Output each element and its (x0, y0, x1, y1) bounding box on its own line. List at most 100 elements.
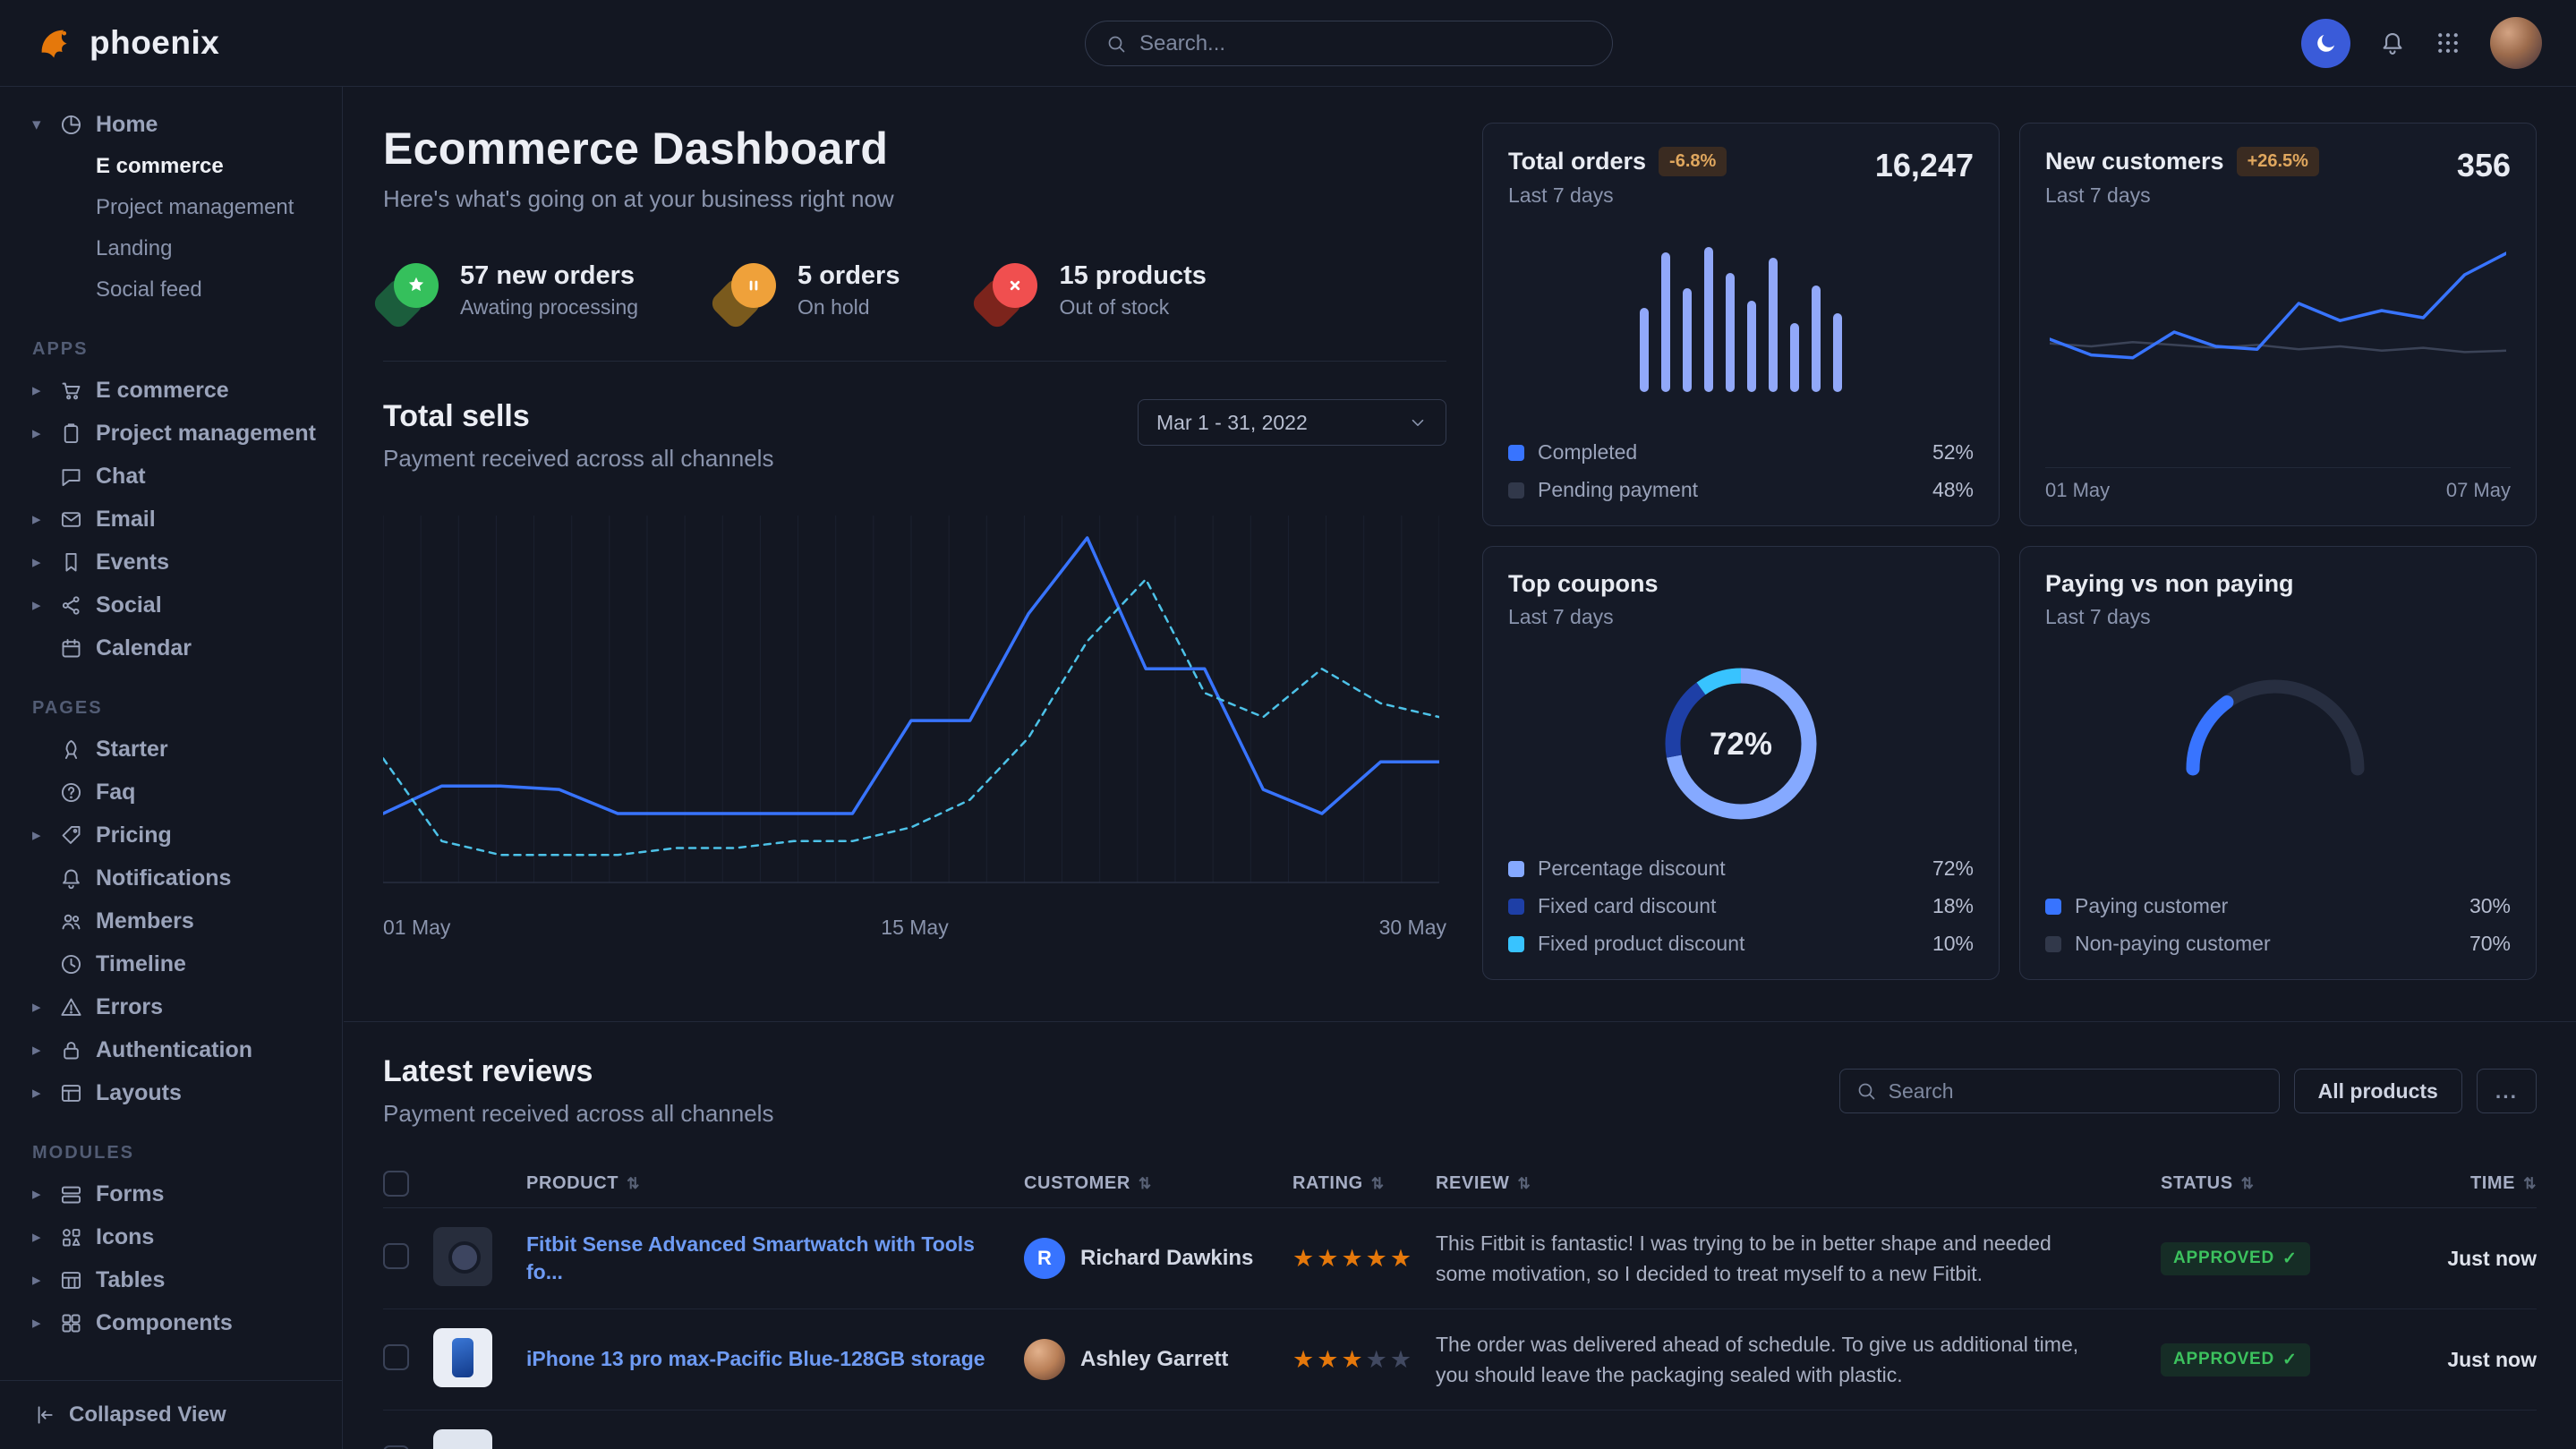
column-header-status[interactable]: STATUS⇅ (2161, 1173, 2384, 1194)
app-root: phoenix ▾HomeE commerceProject managemen… (0, 0, 2576, 1449)
stat-value: 5 orders (798, 261, 900, 291)
sort-icon: ⇅ (1518, 1175, 1531, 1193)
sidebar-item-social-feed[interactable]: Social feed (0, 269, 342, 311)
sidebar-item-label: Icons (96, 1224, 154, 1250)
row-checkbox[interactable] (383, 1344, 409, 1370)
sidebar-item-tables[interactable]: ▸Tables (0, 1258, 342, 1301)
column-header-customer[interactable]: CUSTOMER⇅ (1024, 1173, 1292, 1194)
dashboard-left-column: Ecommerce Dashboard Here's what's going … (383, 123, 1446, 980)
row-checkbox[interactable] (383, 1243, 409, 1269)
sidebar-item-icons[interactable]: ▸Icons (0, 1215, 342, 1258)
total-sells-title: Total sells (383, 399, 773, 434)
product-link[interactable]: Fitbit Sense Advanced Smartwatch with To… (526, 1231, 1024, 1286)
sidebar-item-layouts[interactable]: ▸Layouts (0, 1071, 342, 1114)
sidebar-item-events[interactable]: ▸Events (0, 541, 342, 584)
latest-reviews-subtitle: Payment received across all channels (383, 1100, 773, 1128)
top-navbar: phoenix (0, 0, 2576, 87)
reviews-search[interactable] (1839, 1069, 2280, 1113)
bar (1704, 247, 1713, 392)
table-icon (59, 1268, 83, 1292)
sidebar-item-label: E commerce (96, 378, 229, 404)
user-avatar[interactable] (2490, 17, 2542, 69)
sidebar-item-starter[interactable]: Starter (0, 728, 342, 771)
product-image[interactable] (433, 1227, 492, 1286)
customer-avatar (1024, 1339, 1065, 1380)
kpi-cards: Total orders -6.8% Last 7 days 16,247 Co… (1482, 123, 2537, 980)
sidebar-item-forms[interactable]: ▸Forms (0, 1172, 342, 1215)
sidebar-item-faq[interactable]: Faq (0, 771, 342, 814)
sidebar-item-project-management[interactable]: ▸Project management (0, 412, 342, 455)
select-all-checkbox[interactable] (383, 1171, 409, 1197)
bookmark-icon (59, 550, 83, 575)
apps-grid-button[interactable] (2435, 30, 2461, 56)
product-link[interactable]: iPhone 13 pro max-Pacific Blue-128GB sto… (526, 1345, 1024, 1373)
global-search[interactable] (1085, 21, 1613, 66)
notifications-button[interactable] (2379, 30, 2406, 56)
stat-awating-processing: 57 new ordersAwating processing (383, 261, 638, 320)
sidebar-item-label: Social (96, 592, 162, 618)
column-header-review[interactable]: REVIEW⇅ (1436, 1173, 2161, 1194)
search-icon (1105, 33, 1127, 55)
legend-value: 70% (2469, 932, 2511, 956)
sidebar-item-timeline[interactable]: Timeline (0, 942, 342, 985)
card-title: Paying vs non paying (2045, 570, 2294, 598)
review-text: The order was delivered ahead of schedul… (1436, 1329, 2161, 1391)
sidebar-item-notifications[interactable]: Notifications (0, 857, 342, 899)
sidebar-item-e-commerce[interactable]: ▸E commerce (0, 369, 342, 412)
all-products-button[interactable]: All products (2294, 1069, 2462, 1113)
column-header-rating[interactable]: RATING⇅ (1292, 1173, 1436, 1194)
card-period: Last 7 days (1508, 183, 1727, 208)
collapse-view-toggle[interactable]: Collapsed View (0, 1380, 342, 1449)
column-header-product[interactable]: PRODUCT⇅ (526, 1173, 1024, 1194)
caret-right-icon: ▸ (32, 1040, 59, 1061)
hero-stats: 57 new ordersAwating processing5 ordersO… (383, 261, 1446, 362)
sidebar-item-errors[interactable]: ▸Errors (0, 985, 342, 1028)
new-customers-value: 356 (2457, 147, 2511, 184)
star-icon: ★ (1390, 1346, 1414, 1373)
coupons-donut-chart: 72% (1508, 654, 1974, 833)
more-options-button[interactable]: ... (2477, 1069, 2537, 1113)
caret-right-icon: ▸ (32, 825, 59, 846)
sidebar-item-components[interactable]: ▸Components (0, 1301, 342, 1344)
sidebar-item-label: Components (96, 1310, 233, 1336)
legend-row: Non-paying customer70% (2045, 932, 2511, 956)
sidebar-item-chat[interactable]: Chat (0, 455, 342, 498)
row-checkbox[interactable] (383, 1445, 409, 1449)
customer-avatar: R (1024, 1238, 1065, 1279)
x-axis-label: 01 May (383, 916, 450, 940)
search-input[interactable] (1139, 31, 1592, 56)
orders-bar-chart (1508, 238, 1974, 392)
sort-icon: ⇅ (2241, 1175, 2255, 1193)
star-icon: ★ (1317, 1245, 1341, 1272)
sidebar-item-label: Tables (96, 1267, 165, 1293)
bar (1790, 323, 1799, 392)
legend-row: Completed52% (1508, 440, 1974, 465)
table-row: Fitbit Sense Advanced Smartwatch with To… (383, 1208, 2537, 1309)
product-image[interactable] (433, 1328, 492, 1387)
sidebar-item-members[interactable]: Members (0, 899, 342, 942)
legend-label: Fixed card discount (1538, 894, 1716, 918)
legend-value: 72% (1932, 857, 1974, 881)
sidebar-item-pricing[interactable]: ▸Pricing (0, 814, 342, 857)
star-icon: ★ (1341, 1346, 1365, 1373)
date-range-select[interactable]: Mar 1 - 31, 2022 (1138, 399, 1446, 446)
reviews-search-input[interactable] (1889, 1079, 2264, 1104)
theme-toggle-button[interactable] (2301, 19, 2350, 68)
page-title: Ecommerce Dashboard (383, 123, 1446, 175)
card-title: Total orders (1508, 148, 1646, 175)
legend-value: 48% (1932, 478, 1974, 502)
column-header-time[interactable]: TIME⇅ (2384, 1173, 2537, 1194)
sidebar-item-email[interactable]: ▸Email (0, 498, 342, 541)
sidebar-item-calendar[interactable]: Calendar (0, 626, 342, 669)
sidebar-item-e-commerce[interactable]: E commerce (0, 146, 342, 187)
brand[interactable]: phoenix (34, 22, 219, 64)
sidebar-item-home[interactable]: ▾Home (0, 103, 342, 146)
sidebar-item-authentication[interactable]: ▸Authentication (0, 1028, 342, 1071)
new-customers-chart (2045, 233, 2511, 398)
sidebar-item-social[interactable]: ▸Social (0, 584, 342, 626)
sidebar-item-landing[interactable]: Landing (0, 228, 342, 269)
caret-right-icon: ▸ (32, 509, 59, 530)
sidebar-item-label: Faq (96, 780, 135, 805)
sidebar-item-project-management[interactable]: Project management (0, 187, 342, 228)
check-icon: ✓ (2282, 1350, 2298, 1370)
